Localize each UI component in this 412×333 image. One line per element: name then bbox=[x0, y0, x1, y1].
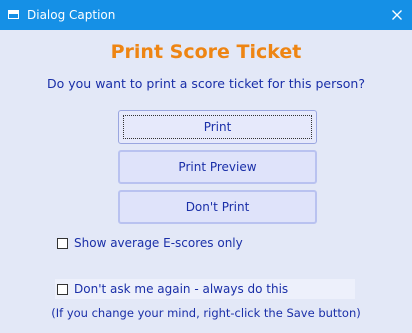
dialog-heading: Print Score Ticket bbox=[110, 41, 302, 63]
dialog-question: Do you want to print a score ticket for … bbox=[47, 76, 365, 91]
title-bar[interactable]: Dialog Caption bbox=[0, 0, 412, 30]
footnote-text: (If you change your mind, right-click th… bbox=[51, 306, 361, 320]
dont-ask-option[interactable]: Don't ask me again - always do this bbox=[55, 279, 355, 299]
print-button[interactable]: Print bbox=[118, 110, 317, 144]
close-button[interactable] bbox=[382, 0, 412, 30]
show-average-checkbox[interactable] bbox=[57, 237, 68, 249]
close-icon bbox=[392, 10, 402, 20]
show-average-option[interactable]: Show average E-scores only bbox=[55, 233, 243, 253]
show-average-label: Show average E-scores only bbox=[74, 236, 243, 250]
print-preview-button[interactable]: Print Preview bbox=[118, 150, 317, 184]
dont-print-button[interactable]: Don't Print bbox=[118, 190, 317, 224]
dialog-window: Dialog Caption Print Score Ticket Do you… bbox=[0, 0, 412, 333]
window-icon bbox=[8, 10, 19, 19]
dont-ask-label: Don't ask me again - always do this bbox=[74, 282, 289, 296]
window-title: Dialog Caption bbox=[27, 8, 116, 22]
dont-ask-checkbox[interactable] bbox=[57, 283, 68, 295]
